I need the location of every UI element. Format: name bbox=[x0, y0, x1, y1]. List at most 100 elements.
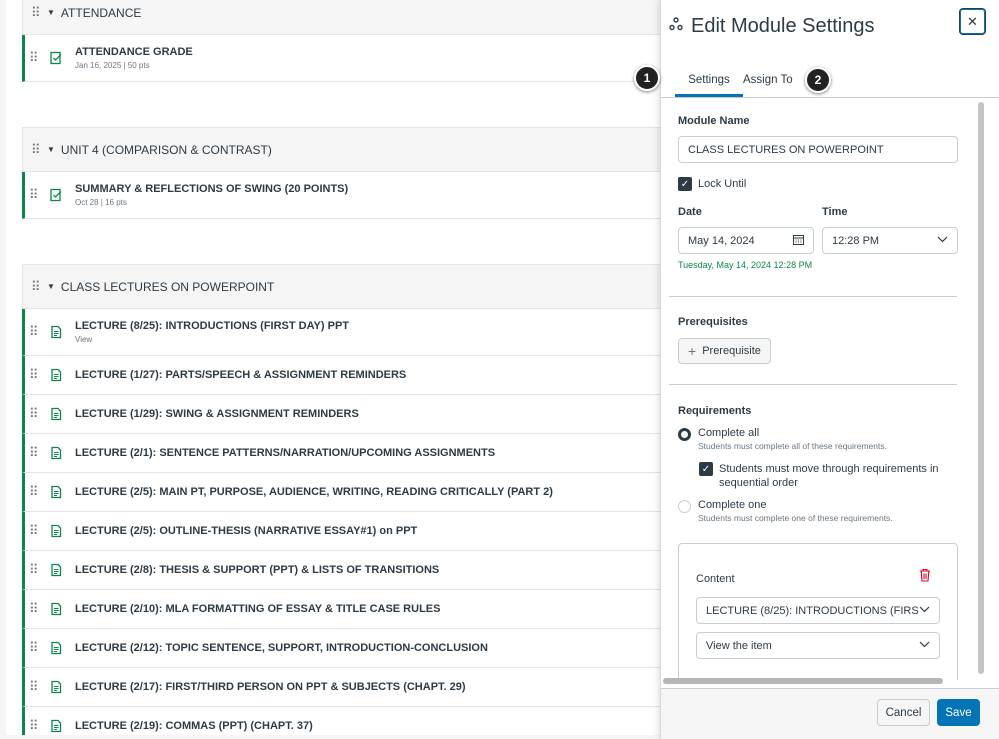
drag-handle-icon[interactable]: ⠿ bbox=[31, 5, 43, 21]
drag-handle-icon[interactable]: ⠿ bbox=[29, 50, 41, 66]
drag-handle-icon[interactable]: ⠿ bbox=[29, 640, 41, 656]
item-title[interactable]: LECTURE (1/27): PARTS/SPEECH & ASSIGNMEN… bbox=[75, 369, 406, 381]
complete-all-help: Students must complete all of these requ… bbox=[698, 441, 887, 451]
item-title[interactable]: LECTURE (2/1): SENTENCE PATTERNS/NARRATI… bbox=[75, 447, 495, 459]
calendar-icon[interactable] bbox=[793, 234, 804, 248]
content-label: Content bbox=[696, 573, 735, 585]
item-title[interactable]: ATTENDANCE GRADE bbox=[75, 46, 193, 58]
trash-icon[interactable] bbox=[919, 568, 931, 587]
settings-panel: Module Name CLASS LECTURES ON POWERPOINT… bbox=[661, 100, 991, 680]
page-icon bbox=[49, 325, 63, 339]
page-icon bbox=[49, 602, 63, 616]
drag-handle-icon[interactable]: ⠿ bbox=[29, 523, 41, 539]
complete-one-label: Complete one bbox=[698, 499, 767, 511]
caret-down-icon[interactable]: ▼ bbox=[47, 282, 55, 291]
item-title[interactable]: LECTURE (8/25): INTRODUCTIONS (FIRST DAY… bbox=[75, 320, 349, 332]
module-title: UNIT 4 (COMPARISON & CONTRAST) bbox=[60, 142, 272, 157]
caret-down-icon[interactable]: ▼ bbox=[47, 145, 55, 154]
tab-assign-to[interactable]: Assign To bbox=[743, 74, 793, 86]
sequential-order-label: Students must move through requirements … bbox=[719, 463, 939, 489]
item-title[interactable]: SUMMARY & REFLECTIONS OF SWING (20 POINT… bbox=[75, 183, 348, 195]
caret-down-icon[interactable]: ▼ bbox=[47, 8, 55, 17]
date-value: May 14, 2024 bbox=[688, 234, 755, 247]
sequential-order-checkbox[interactable]: ✓ bbox=[699, 462, 713, 476]
module-name-label: Module Name bbox=[678, 115, 750, 127]
item-title[interactable]: LECTURE (2/5): MAIN PT, PURPOSE, AUDIENC… bbox=[75, 486, 553, 498]
horizontal-scrollbar[interactable] bbox=[661, 677, 991, 686]
divider bbox=[669, 296, 957, 297]
page-icon bbox=[49, 719, 63, 733]
date-input[interactable]: May 14, 2024 bbox=[678, 227, 814, 254]
drag-handle-icon[interactable]: ⠿ bbox=[29, 718, 41, 734]
module-item[interactable]: ⠿ LECTURE (8/25): INTRODUCTIONS (FIRST D… bbox=[22, 309, 682, 356]
lock-until-label: Lock Until bbox=[698, 178, 747, 190]
module-item[interactable]: ⠿ LECTURE (1/27): PARTS/SPEECH & ASSIGNME… bbox=[22, 356, 682, 395]
complete-one-option[interactable]: Complete one Students must complete one … bbox=[678, 499, 893, 523]
module-item[interactable]: ⠿ SUMMARY & REFLECTIONS OF SWING (20 POI… bbox=[22, 172, 682, 219]
tab-settings[interactable]: Settings bbox=[675, 74, 743, 97]
module-attendance: ⠿ ▼ ATTENDANCE ⠿ ATTENDANCE GRADE Jan 16… bbox=[22, 0, 682, 82]
item-title[interactable]: LECTURE (2/17): FIRST/THIRD PERSON ON PP… bbox=[75, 681, 466, 693]
lock-until-checkbox[interactable]: ✓ bbox=[678, 177, 692, 191]
module-item[interactable]: ⠿ LECTURE (2/1): SENTENCE PATTERNS/NARRAT… bbox=[22, 434, 682, 473]
edit-module-settings-tray: Edit Module Settings ✕ Settings Assign T… bbox=[634, 0, 999, 739]
tray-footer: Cancel Save bbox=[661, 688, 999, 739]
requirement-card: Content LECTURE (8/25): INTRODUCTIONS (F… bbox=[678, 543, 958, 680]
module-header[interactable]: ⠿ ▼ UNIT 4 (COMPARISON & CONTRAST) bbox=[22, 127, 682, 172]
complete-one-radio[interactable] bbox=[678, 500, 691, 513]
complete-all-option[interactable]: Complete all Students must complete all … bbox=[678, 427, 887, 451]
item-title[interactable]: LECTURE (2/5): OUTLINE-THESIS (NARRATIVE… bbox=[75, 525, 417, 537]
drag-handle-icon[interactable]: ⠿ bbox=[29, 367, 41, 383]
item-title[interactable]: LECTURE (2/19): COMMAS (PPT) (CHAPT. 37) bbox=[75, 720, 313, 732]
drag-handle-icon[interactable]: ⠿ bbox=[29, 324, 41, 340]
complete-all-radio[interactable] bbox=[678, 428, 691, 441]
item-title[interactable]: LECTURE (2/8): THESIS & SUPPORT (PPT) & … bbox=[75, 564, 439, 576]
module-item[interactable]: ⠿ LECTURE (2/19): COMMAS (PPT) (CHAPT. 37… bbox=[22, 707, 682, 735]
module-item[interactable]: ⠿ ATTENDANCE GRADE Jan 16, 2025 | 50 pts bbox=[22, 35, 682, 82]
drag-handle-icon[interactable]: ⠿ bbox=[31, 279, 43, 295]
drag-handle-icon[interactable]: ⠿ bbox=[29, 562, 41, 578]
callout-badge-2: 2 bbox=[805, 67, 831, 93]
drag-handle-icon[interactable]: ⠿ bbox=[31, 142, 43, 158]
drag-handle-icon[interactable]: ⠿ bbox=[29, 601, 41, 617]
add-prerequisite-button[interactable]: + Prerequisite bbox=[678, 338, 771, 364]
save-button[interactable]: Save bbox=[937, 699, 980, 726]
module-header[interactable]: ⠿ ▼ CLASS LECTURES ON POWERPOINT bbox=[22, 264, 682, 309]
drag-handle-icon[interactable]: ⠿ bbox=[29, 484, 41, 500]
requirement-type-value: View the item bbox=[706, 639, 772, 652]
drag-handle-icon[interactable]: ⠿ bbox=[29, 679, 41, 695]
time-select[interactable]: 12:28 PM bbox=[822, 227, 958, 254]
lock-until-row[interactable]: ✓ Lock Until bbox=[678, 177, 746, 191]
page-icon bbox=[49, 407, 63, 421]
page-icon bbox=[49, 680, 63, 694]
module-item[interactable]: ⠿ LECTURE (2/12): TOPIC SENTENCE, SUPPORT… bbox=[22, 629, 682, 668]
module-header[interactable]: ⠿ ▼ ATTENDANCE bbox=[22, 0, 682, 35]
item-title[interactable]: LECTURE (2/12): TOPIC SENTENCE, SUPPORT,… bbox=[75, 642, 488, 654]
module-item[interactable]: ⠿ LECTURE (2/5): OUTLINE-THESIS (NARRATIV… bbox=[22, 512, 682, 551]
module-item[interactable]: ⠿ LECTURE (2/17): FIRST/THIRD PERSON ON P… bbox=[22, 668, 682, 707]
module-item[interactable]: ⠿ LECTURE (2/5): MAIN PT, PURPOSE, AUDIEN… bbox=[22, 473, 682, 512]
vertical-scrollbar[interactable] bbox=[977, 100, 985, 680]
cancel-button[interactable]: Cancel bbox=[877, 699, 930, 726]
page-icon bbox=[49, 641, 63, 655]
item-title[interactable]: LECTURE (1/29): SWING & ASSIGNMENT REMIN… bbox=[75, 408, 359, 420]
module-title: CLASS LECTURES ON POWERPOINT bbox=[60, 279, 275, 294]
chevron-down-icon bbox=[919, 605, 930, 616]
tray-header: Edit Module Settings bbox=[661, 0, 999, 52]
drag-handle-icon[interactable]: ⠿ bbox=[29, 445, 41, 461]
page-icon bbox=[49, 446, 63, 460]
date-label: Date bbox=[678, 206, 702, 218]
module-item[interactable]: ⠿ LECTURE (2/10): MLA FORMATTING OF ESSAY… bbox=[22, 590, 682, 629]
content-select[interactable]: LECTURE (8/25): INTRODUCTIONS (FIRS bbox=[696, 597, 940, 624]
module-item[interactable]: ⠿ LECTURE (1/29): SWING & ASSIGNMENT REMI… bbox=[22, 395, 682, 434]
drag-handle-icon[interactable]: ⠿ bbox=[29, 406, 41, 422]
close-button[interactable]: ✕ bbox=[959, 8, 986, 35]
chevron-down-icon bbox=[937, 235, 948, 246]
drag-handle-icon[interactable]: ⠿ bbox=[29, 187, 41, 203]
item-title[interactable]: LECTURE (2/10): MLA FORMATTING OF ESSAY … bbox=[75, 603, 440, 615]
module-name-input[interactable]: CLASS LECTURES ON POWERPOINT bbox=[678, 136, 958, 163]
requirement-type-select[interactable]: View the item bbox=[696, 632, 940, 659]
module-item[interactable]: ⠿ LECTURE (2/8): THESIS & SUPPORT (PPT) &… bbox=[22, 551, 682, 590]
time-label: Time bbox=[822, 206, 848, 218]
sequential-order-row[interactable]: ✓ Students must move through requirement… bbox=[699, 462, 959, 490]
